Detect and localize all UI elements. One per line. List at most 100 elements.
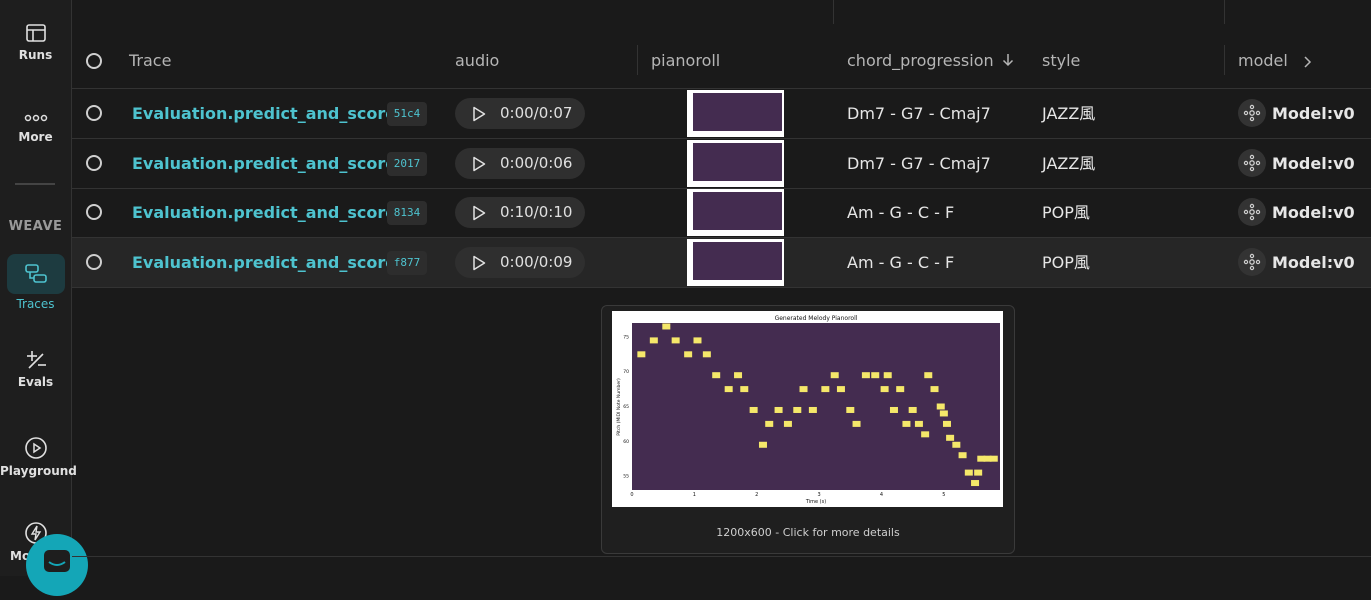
play-icon[interactable] <box>472 205 486 221</box>
column-divider <box>1224 0 1225 24</box>
play-icon[interactable] <box>472 255 486 271</box>
play-icon[interactable] <box>472 106 486 122</box>
row-checkbox[interactable] <box>86 253 102 270</box>
trace-name-link[interactable]: Evaluation.predict_and_score <box>132 188 396 237</box>
chord-progression-cell: Am - G - C - F <box>847 252 955 272</box>
pianoroll-note <box>924 372 933 379</box>
pianoroll-note <box>908 406 917 413</box>
x-tick-label: 5 <box>942 492 945 498</box>
thumbnail-plot <box>693 93 782 131</box>
audio-time: 0:00/0:06 <box>500 153 573 172</box>
nav-more[interactable]: More <box>0 110 71 144</box>
trace-name-link[interactable]: Evaluation.predict_and_score <box>132 238 396 287</box>
x-tick-label: 4 <box>880 492 883 498</box>
pianoroll-note <box>637 351 646 358</box>
pianoroll-thumbnail[interactable] <box>687 238 784 286</box>
nav-playground[interactable]: Playground <box>0 436 77 478</box>
trace-id-badge[interactable]: 2017 <box>387 151 427 176</box>
column-header-pianoroll[interactable]: pianoroll <box>651 36 720 88</box>
audio-time: 0:00/0:07 <box>500 104 573 122</box>
nav-traces[interactable]: Traces <box>0 254 71 311</box>
column-header-style[interactable]: style <box>1042 36 1080 88</box>
x-tick-label: 3 <box>818 492 821 498</box>
row-checkbox[interactable] <box>86 154 102 171</box>
table-row[interactable]: Evaluation.predict_and_score f877 0:00/0:0… <box>72 237 1371 288</box>
trace-name-link[interactable]: Evaluation.predict_and_score <box>132 139 396 188</box>
pianoroll-note <box>712 372 721 379</box>
pianoroll-thumbnail[interactable] <box>687 189 784 236</box>
table-row[interactable]: Evaluation.predict_and_score 2017 0:00/0:0… <box>72 139 1371 189</box>
pianoroll-note <box>799 386 808 393</box>
audio-player[interactable]: 0:10/0:10 <box>455 197 585 228</box>
chord-progression-cell: Dm7 - G7 - Cmaj7 <box>847 104 991 123</box>
pianoroll-note <box>808 406 817 413</box>
pianoroll-note <box>702 351 711 358</box>
model-icon <box>1238 198 1266 226</box>
audio-time: 0:10/0:10 <box>500 203 573 221</box>
table-row[interactable]: Evaluation.predict_and_score 8134 0:10/0:1… <box>72 188 1371 238</box>
table-row[interactable]: Evaluation.predict_and_score 51c4 0:00/0:0… <box>72 89 1371 139</box>
pianoroll-thumbnail[interactable] <box>687 139 784 187</box>
plus-minus-icon <box>26 351 46 369</box>
trace-id-badge[interactable]: f877 <box>387 250 427 275</box>
column-divider <box>637 45 638 75</box>
pianoroll-note <box>846 406 855 413</box>
model-icon <box>1238 247 1266 276</box>
thumbnail-plot <box>693 192 782 230</box>
pianoroll-note <box>740 386 749 393</box>
pianoroll-note <box>649 337 658 344</box>
y-tick-label: 65 <box>623 404 629 410</box>
model-link[interactable]: Model:v0 <box>1272 89 1355 138</box>
row-checkbox[interactable] <box>86 204 102 220</box>
trace-name-link[interactable]: Evaluation.predict_and_score <box>132 89 396 138</box>
style-cell: JAZZ風 <box>1042 104 1096 123</box>
pianoroll-note <box>871 372 880 379</box>
select-all-checkbox[interactable] <box>86 53 102 69</box>
trace-id-badge[interactable]: 8134 <box>387 201 427 225</box>
nav-evals[interactable]: Evals <box>0 349 71 389</box>
model-glyph <box>1243 253 1261 270</box>
bottom-divider <box>72 556 1371 557</box>
nav-more-label: More <box>18 130 53 144</box>
column-header-audio[interactable]: audio <box>455 36 499 88</box>
model-link[interactable]: Model:v0 <box>1272 188 1355 237</box>
pianoroll-note <box>914 420 923 427</box>
thumbnail-plot <box>693 142 782 181</box>
pianoroll-note <box>930 386 939 393</box>
audio-player[interactable]: 0:00/0:07 <box>455 98 585 129</box>
y-tick-label: 55 <box>623 474 629 480</box>
pianoroll-note <box>939 410 948 417</box>
trace-id-badge[interactable]: 51c4 <box>387 102 427 126</box>
column-header-trace[interactable]: Trace <box>129 36 171 88</box>
chevron-right-icon[interactable] <box>1302 55 1314 69</box>
x-tick-label: 1 <box>693 492 696 498</box>
plot-area <box>632 323 1000 490</box>
y-tick-label: 70 <box>623 369 629 375</box>
model-link[interactable]: Model:v0 <box>1272 238 1355 287</box>
image-preview-popover[interactable]: Generated Melody Pianoroll Time (s) Pitc… <box>601 305 1015 554</box>
pianoroll-note <box>883 372 892 379</box>
column-header-model[interactable]: model <box>1238 36 1288 88</box>
pianoroll-note <box>880 386 889 393</box>
y-tick-label: 75 <box>623 334 629 340</box>
pianoroll-note <box>861 372 870 379</box>
model-link[interactable]: Model:v0 <box>1272 139 1355 188</box>
row-checkbox[interactable] <box>86 105 102 121</box>
audio-player[interactable]: 0:00/0:09 <box>455 246 585 278</box>
audio-player[interactable]: 0:00/0:06 <box>455 147 585 179</box>
traces-icon <box>24 264 47 283</box>
pianoroll-note <box>952 441 961 448</box>
pianoroll-note <box>793 406 802 413</box>
pianoroll-note <box>758 441 767 448</box>
pianoroll-note <box>936 403 945 410</box>
y-tick-label: 60 <box>623 439 629 445</box>
play-icon[interactable] <box>472 156 486 172</box>
pianoroll-thumbnail[interactable] <box>687 90 784 137</box>
column-header-chord-label: chord_progression <box>847 51 994 70</box>
sidebar: Runs More WEAVE Traces Evals Playground … <box>0 0 88 596</box>
thumbnail-plot <box>693 241 782 280</box>
column-header-chord-progression[interactable]: chord_progression <box>847 36 1015 88</box>
nav-runs[interactable]: Runs <box>0 22 71 62</box>
audio-time: 0:00/0:09 <box>500 252 573 271</box>
sort-descending-icon[interactable] <box>1001 53 1015 67</box>
